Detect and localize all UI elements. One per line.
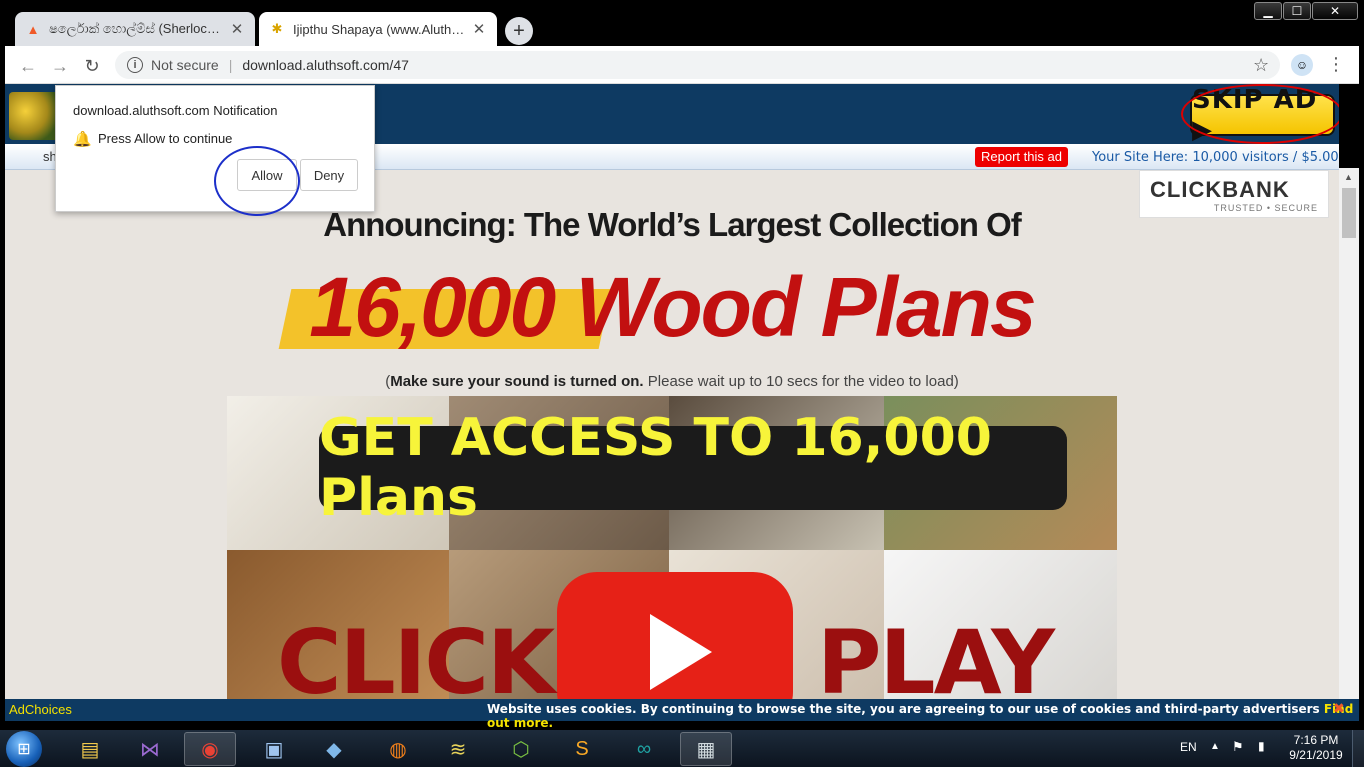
profile-avatar[interactable]: ☺ bbox=[1291, 54, 1313, 76]
security-label: Not secure bbox=[151, 57, 219, 73]
start-button[interactable]: ⊞ bbox=[6, 731, 42, 767]
sound-note-bold: Make sure your sound is turned on. bbox=[390, 373, 644, 390]
remote-desktop-icon[interactable]: ▣ bbox=[248, 732, 300, 766]
new-tab-button[interactable]: + bbox=[505, 17, 533, 45]
bee-icon: ✱ bbox=[271, 21, 283, 36]
report-ad-button[interactable]: Report this ad bbox=[975, 147, 1068, 167]
video-player[interactable]: GET ACCESS TO 16,000 Plans CLICK PLAY bbox=[227, 396, 1117, 699]
play-button[interactable] bbox=[557, 572, 793, 699]
show-desktop-button[interactable] bbox=[1352, 730, 1364, 767]
browser-toolbar: ← → ↻ i Not secure | download.aluthsoft.… bbox=[5, 46, 1359, 84]
tab-title: ෂර්ලොක් හොල්ම්ස් (Sherlock Holm bbox=[49, 21, 223, 36]
skip-ad-annotation-circle bbox=[1181, 84, 1339, 144]
sublime-text-icon[interactable]: S bbox=[556, 732, 608, 766]
allow-annotation-circle bbox=[214, 146, 300, 216]
click-text: CLICK bbox=[277, 611, 555, 699]
visual-studio-icon[interactable]: ⋈ bbox=[124, 732, 176, 766]
minimize-button[interactable]: ▁ bbox=[1254, 2, 1282, 20]
notification-permission-popup: download.aluthsoft.com Notification 🔔 Pr… bbox=[55, 85, 375, 216]
eclipse-icon[interactable]: ◍ bbox=[372, 732, 424, 766]
separator: | bbox=[228, 57, 233, 73]
browser-window: ▲ ෂර්ලොක් හොල්ම්ස් (Sherlock Holm ✕ ✱ Ij… bbox=[0, 0, 1364, 730]
notification-origin: download.aluthsoft.com Notification bbox=[73, 103, 278, 118]
tab-title: Ijipthu Shapaya (www.Aluthosft.c bbox=[293, 21, 465, 37]
tab-ijipthu[interactable]: ✱ Ijipthu Shapaya (www.Aluthosft.c ✕ bbox=[259, 12, 497, 46]
sound-note: (Make sure your sound is turned on. Plea… bbox=[5, 373, 1339, 390]
clock-time: 7:16 PM bbox=[1293, 733, 1339, 747]
app-window-icon[interactable]: ▦ bbox=[680, 732, 732, 766]
cookie-bar: AdChoices Website uses cookies. By conti… bbox=[5, 699, 1359, 730]
info-icon[interactable]: i bbox=[127, 57, 143, 73]
tab-favicon-icon: ▲ bbox=[26, 21, 40, 37]
reload-icon[interactable]: ↻ bbox=[81, 55, 103, 77]
tab-strip: ▲ ෂර්ලොක් හොල්ම්ස් (Sherlock Holm ✕ ✱ Ij… bbox=[5, 0, 1359, 46]
cookie-message: Website uses cookies. By continuing to b… bbox=[487, 702, 1359, 730]
scroll-up-icon[interactable]: ▲ bbox=[1344, 172, 1353, 182]
headline-text: 16,000 Wood Plans bbox=[309, 260, 1036, 354]
headline: 16,000 Wood Plans bbox=[5, 259, 1339, 356]
play-text: PLAY bbox=[817, 611, 1055, 699]
tab-close-icon[interactable]: ✕ bbox=[471, 20, 487, 38]
bookmark-star-icon[interactable]: ☆ bbox=[1253, 55, 1269, 76]
page-scrollbar[interactable]: ▲ bbox=[1339, 168, 1359, 699]
close-window-button[interactable]: ✕ bbox=[1312, 2, 1358, 20]
back-icon[interactable]: ← bbox=[17, 55, 39, 77]
python-icon[interactable]: ≋ bbox=[432, 732, 484, 766]
tab-sherlock[interactable]: ▲ ෂර්ලොක් හොල්ම්ස් (Sherlock Holm ✕ bbox=[15, 12, 255, 46]
address-bar[interactable]: i Not secure | download.aluthsoft.com/47 bbox=[115, 51, 1280, 79]
clock-date: 9/21/2019 bbox=[1289, 748, 1343, 762]
clickbank-brand: CLICKBANK bbox=[1150, 177, 1290, 202]
sound-note-rest: Please wait up to 10 secs for the video … bbox=[643, 373, 959, 390]
virtual-box-icon[interactable]: ◆ bbox=[308, 732, 360, 766]
language-indicator[interactable]: EN bbox=[1180, 740, 1197, 754]
url-text: download.aluthsoft.com/47 bbox=[242, 57, 409, 73]
cookie-close-icon[interactable]: ✖ bbox=[1333, 700, 1347, 718]
menu-icon[interactable]: ⋮ bbox=[1327, 54, 1345, 75]
taskbar: ⊞ ▤ ⋈ ◉ ▣ ◆ ◍ ≋ ⬡ S ∞ ▦ EN ▲ ⚑ ▮ 7:16 PM… bbox=[0, 730, 1364, 767]
maximize-button[interactable]: ☐ bbox=[1283, 2, 1311, 20]
bell-icon: 🔔 bbox=[73, 131, 92, 148]
cookie-text: Website uses cookies. By continuing to b… bbox=[487, 702, 1324, 716]
adchoices-link[interactable]: AdChoices bbox=[9, 702, 72, 717]
site-here-link[interactable]: Your Site Here: 10,000 visitors / $5.00 bbox=[1092, 150, 1339, 165]
arduino-icon[interactable]: ∞ bbox=[618, 732, 670, 766]
file-explorer-icon[interactable]: ▤ bbox=[64, 732, 116, 766]
notification-message: Press Allow to continue bbox=[98, 131, 233, 146]
play-icon bbox=[650, 614, 712, 690]
clock[interactable]: 7:16 PM 9/21/2019 bbox=[1284, 733, 1348, 763]
action-center-icon[interactable]: ⚑ bbox=[1232, 739, 1244, 755]
chrome-icon[interactable]: ◉ bbox=[184, 732, 236, 766]
get-access-banner[interactable]: GET ACCESS TO 16,000 Plans bbox=[319, 408, 1067, 528]
network-icon[interactable]: ▮ bbox=[1258, 739, 1265, 753]
tray-expand-icon[interactable]: ▲ bbox=[1210, 741, 1220, 752]
tab-close-icon[interactable]: ✕ bbox=[229, 20, 245, 38]
forward-icon[interactable]: → bbox=[49, 55, 71, 77]
deny-button[interactable]: Deny bbox=[300, 159, 358, 191]
scroll-thumb[interactable] bbox=[1342, 188, 1356, 238]
android-studio-icon[interactable]: ⬡ bbox=[495, 732, 547, 766]
